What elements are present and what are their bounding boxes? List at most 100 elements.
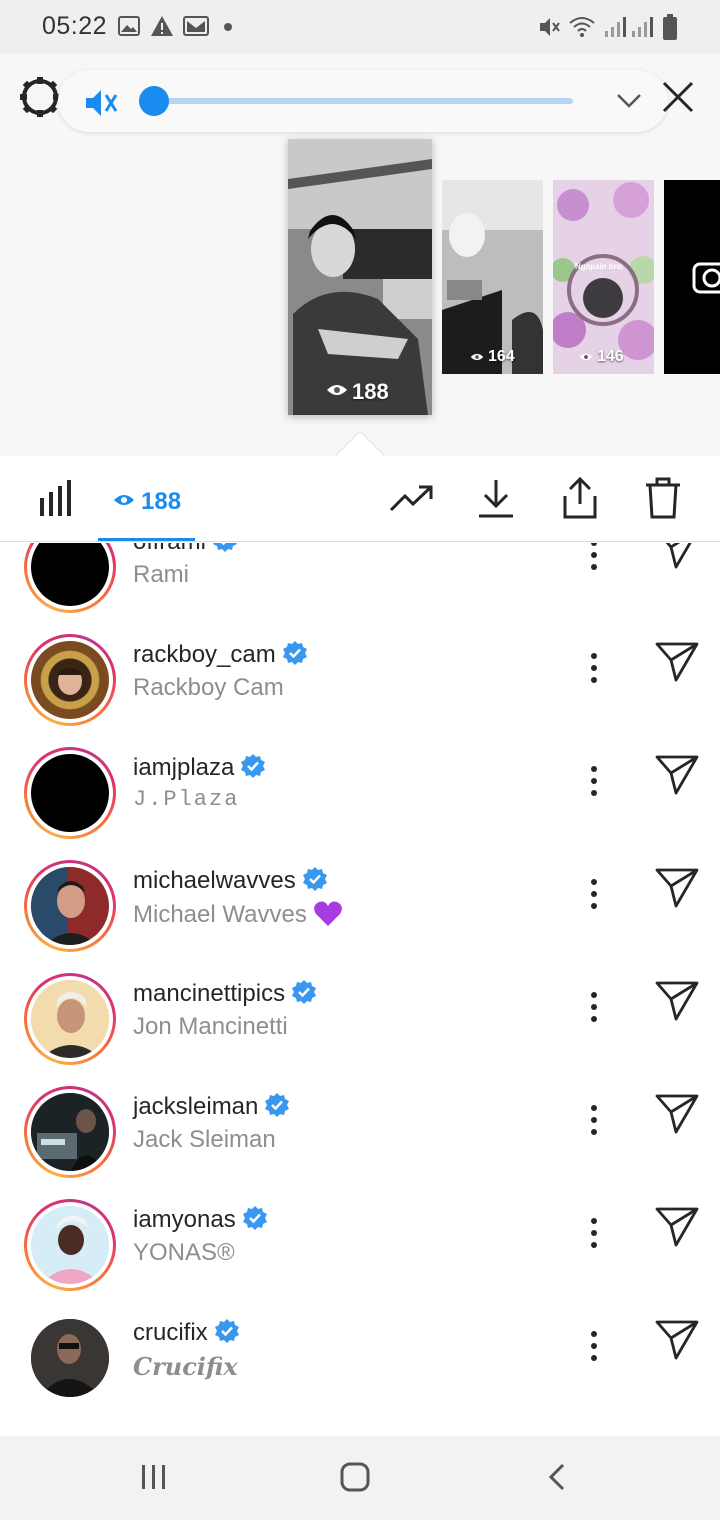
viewer-row[interactable]: iamjplaza J.Plaza bbox=[0, 747, 720, 860]
viewer-full-name: Crucifix bbox=[133, 1352, 238, 1381]
progress-thumb[interactable] bbox=[139, 86, 169, 116]
viewer-full-name: Jon Mancinetti bbox=[133, 1013, 288, 1040]
warning-icon bbox=[151, 16, 173, 36]
views-tab-indicator bbox=[98, 538, 195, 541]
more-options-icon[interactable] bbox=[582, 874, 606, 914]
viewer-username[interactable]: crucifix bbox=[133, 1319, 208, 1346]
story-ring bbox=[24, 860, 116, 952]
more-options-icon[interactable] bbox=[582, 987, 606, 1027]
more-options-icon[interactable] bbox=[582, 761, 606, 801]
verified-badge-icon bbox=[292, 980, 317, 1004]
share-icon[interactable] bbox=[560, 476, 600, 520]
send-message-icon[interactable] bbox=[654, 640, 700, 684]
progress-track[interactable] bbox=[153, 98, 573, 104]
viewers-list: offrami Rami rackboy_cam Rackboy Cam iam… bbox=[0, 543, 720, 1435]
verified-badge-icon bbox=[242, 1206, 267, 1230]
viewer-row[interactable]: jacksleiman Jack Sleiman bbox=[0, 1086, 720, 1199]
system-navigation-bar bbox=[0, 1436, 720, 1520]
eye-icon bbox=[327, 385, 347, 395]
purple-heart-icon bbox=[313, 901, 342, 926]
status-time: 05:22 bbox=[42, 12, 108, 40]
verified-badge-icon bbox=[241, 754, 266, 778]
image-icon bbox=[118, 16, 140, 36]
story-image bbox=[553, 180, 654, 374]
status-bar: 05:22 bbox=[0, 0, 720, 54]
trash-icon[interactable] bbox=[644, 476, 682, 520]
story-view-count: 146 bbox=[597, 348, 624, 365]
viewer-row[interactable]: crucifix Crucifix bbox=[0, 1312, 720, 1425]
more-options-icon[interactable] bbox=[582, 543, 606, 575]
signal-icon bbox=[632, 17, 653, 37]
trending-icon[interactable] bbox=[389, 484, 435, 514]
avatar[interactable] bbox=[31, 867, 109, 945]
close-icon[interactable] bbox=[661, 80, 695, 114]
viewer-row[interactable]: iamyonas YONAS® bbox=[0, 1199, 720, 1312]
viewer-username[interactable]: offrami bbox=[133, 543, 206, 555]
viewer-username[interactable]: mancinettipics bbox=[133, 980, 285, 1007]
gear-icon[interactable] bbox=[19, 76, 61, 118]
avatar[interactable] bbox=[31, 641, 109, 719]
viewer-username[interactable]: rackboy_cam bbox=[133, 641, 276, 668]
story-ring bbox=[24, 973, 116, 1065]
send-message-icon[interactable] bbox=[654, 979, 700, 1023]
more-options-icon[interactable] bbox=[582, 1213, 606, 1253]
viewer-row[interactable]: mancinettipics Jon Mancinetti bbox=[0, 973, 720, 1086]
viewer-row[interactable]: rackboy_cam Rackboy Cam bbox=[0, 634, 720, 747]
chevron-down-icon[interactable] bbox=[616, 92, 642, 110]
eye-icon bbox=[579, 353, 593, 361]
story-thumbnail-selected[interactable]: 188 bbox=[288, 139, 432, 415]
story-ring bbox=[24, 543, 116, 613]
story-thumbnail[interactable]: 164 bbox=[442, 180, 543, 374]
send-message-icon[interactable] bbox=[654, 543, 700, 571]
story-viewer: 188 164 Ngapain bro. 146 bbox=[0, 54, 720, 456]
dot-icon bbox=[224, 23, 232, 31]
gmail-icon bbox=[183, 16, 209, 36]
viewer-full-name: J.Plaza bbox=[133, 787, 240, 812]
avatar[interactable] bbox=[31, 754, 109, 832]
viewer-username[interactable]: jacksleiman bbox=[133, 1093, 258, 1120]
viewer-username[interactable]: iamjplaza bbox=[133, 754, 234, 781]
verified-badge-icon bbox=[302, 867, 327, 891]
story-ring bbox=[24, 1086, 116, 1178]
story-ring bbox=[24, 1199, 116, 1291]
viewer-username[interactable]: michaelwavves bbox=[133, 867, 296, 894]
story-thumbnail[interactable]: Ngapain bro. 146 bbox=[553, 180, 654, 374]
recents-icon[interactable] bbox=[140, 1463, 168, 1491]
viewer-row[interactable]: offrami Rami bbox=[0, 543, 720, 634]
avatar[interactable] bbox=[31, 980, 109, 1058]
avatar[interactable] bbox=[31, 1319, 109, 1397]
download-icon[interactable] bbox=[476, 478, 516, 520]
mute-icon bbox=[540, 18, 560, 36]
story-view-count: 164 bbox=[488, 348, 515, 365]
viewer-username[interactable]: iamyonas bbox=[133, 1206, 236, 1233]
bar-chart-icon[interactable] bbox=[38, 480, 74, 518]
back-icon[interactable] bbox=[546, 1462, 568, 1492]
muted-speaker-icon[interactable] bbox=[84, 87, 120, 119]
views-count[interactable]: 188 bbox=[141, 488, 181, 516]
avatar[interactable] bbox=[31, 1093, 109, 1171]
story-thumbnail[interactable] bbox=[664, 180, 720, 374]
viewer-full-name: Michael Wavves bbox=[133, 901, 307, 928]
story-image bbox=[442, 180, 543, 374]
signal-icon bbox=[605, 17, 626, 37]
viewer-row[interactable]: michaelwavves Michael Wavves bbox=[0, 860, 720, 973]
more-options-icon[interactable] bbox=[582, 648, 606, 688]
home-icon[interactable] bbox=[340, 1462, 370, 1492]
battery-icon bbox=[663, 14, 677, 40]
eye-icon bbox=[114, 495, 134, 505]
send-message-icon[interactable] bbox=[654, 1205, 700, 1249]
more-options-icon[interactable] bbox=[582, 1100, 606, 1140]
avatar[interactable] bbox=[31, 1206, 109, 1284]
viewer-full-name: Rackboy Cam bbox=[133, 674, 284, 701]
avatar-frame bbox=[24, 1312, 116, 1404]
send-message-icon[interactable] bbox=[654, 1092, 700, 1136]
send-message-icon[interactable] bbox=[654, 753, 700, 797]
eye-icon bbox=[470, 353, 484, 361]
more-options-icon[interactable] bbox=[582, 1326, 606, 1366]
viewer-full-name: Jack Sleiman bbox=[133, 1126, 276, 1153]
send-message-icon[interactable] bbox=[654, 1318, 700, 1362]
viewer-full-name: Rami bbox=[133, 561, 190, 588]
send-message-icon[interactable] bbox=[654, 866, 700, 910]
story-caption: Ngapain bro. bbox=[575, 262, 624, 271]
viewer-full-name: YONAS® bbox=[133, 1239, 235, 1266]
